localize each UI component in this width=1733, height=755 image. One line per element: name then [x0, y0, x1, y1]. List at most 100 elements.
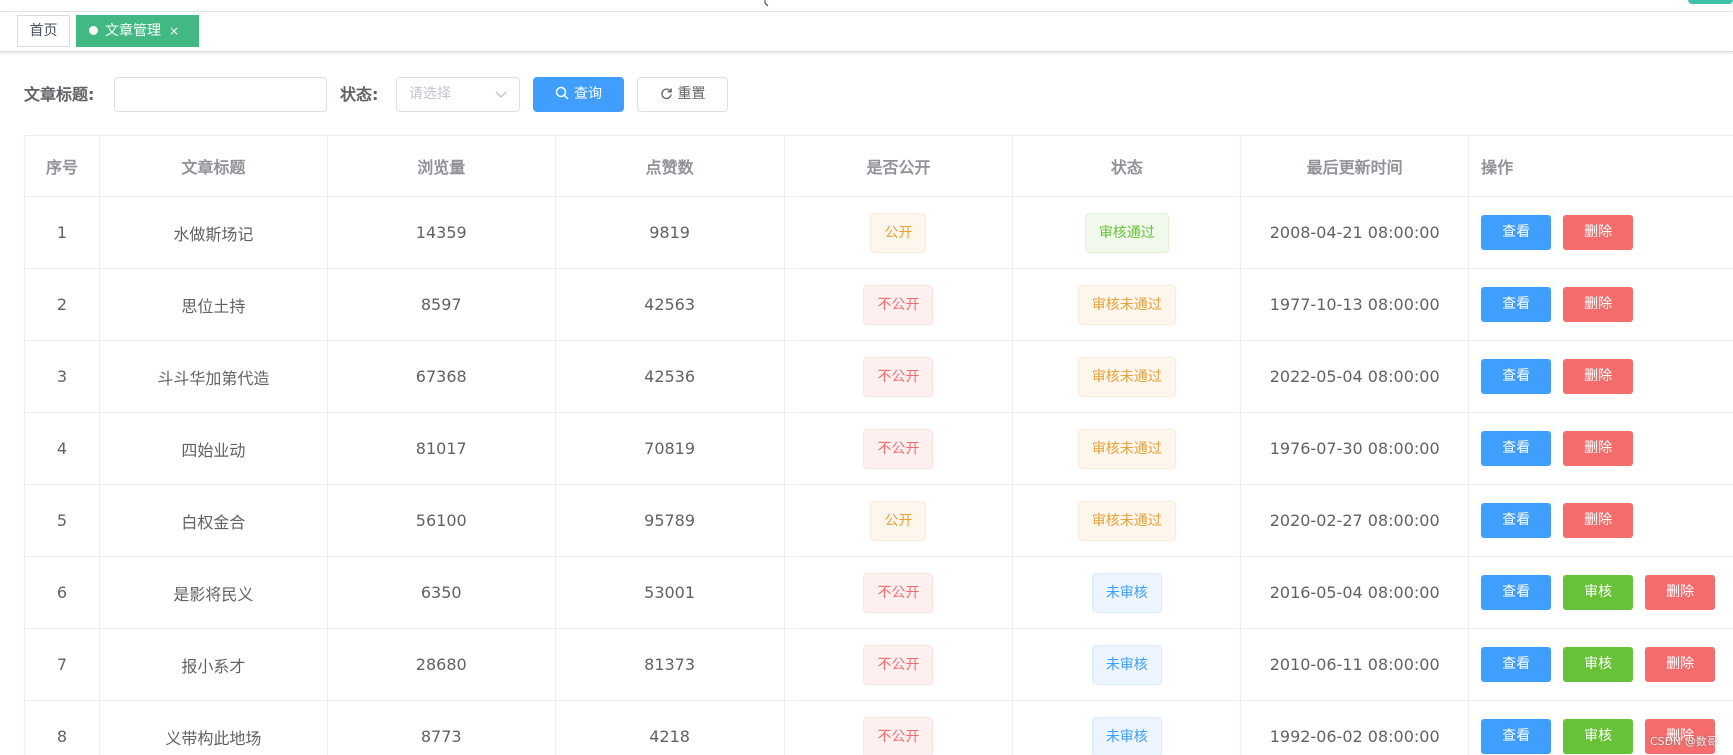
query-button-label: 查询: [574, 86, 602, 102]
table-row: 8 义带构此地场 8773 4218 不公开 未审核 1992-06-02 08:00:00…: [25, 701, 1733, 755]
title-label: 文章标题:: [24, 85, 95, 104]
cell-updated: 2016-05-04 08:00:00: [1241, 557, 1470, 628]
cell-views: 6350: [328, 557, 556, 628]
status-tag: 未审核: [1091, 572, 1162, 613]
audit-button[interactable]: 审核: [1563, 575, 1634, 610]
cell-title: 四始业动: [100, 413, 328, 484]
view-button[interactable]: 查看: [1481, 647, 1552, 682]
cell-public: 不公开: [785, 413, 1014, 484]
delete-button[interactable]: 删除: [1563, 287, 1634, 322]
cell-status: 审核通过: [1013, 197, 1242, 268]
header-actions: 操作: [1469, 136, 1733, 196]
mouse-cursor-icon: [764, 0, 769, 7]
cell-index: 4: [25, 413, 100, 484]
cell-views: 56100: [328, 485, 556, 556]
title-input[interactable]: [114, 77, 327, 112]
status-tag: 审核通过: [1084, 212, 1169, 253]
cell-index: 1: [25, 197, 100, 268]
status-tag: 未审核: [1091, 644, 1162, 685]
status-tag: 审核未通过: [1077, 428, 1176, 469]
cell-likes: 9819: [556, 197, 785, 268]
query-button[interactable]: 查询: [533, 77, 624, 112]
audit-button[interactable]: 审核: [1563, 719, 1634, 754]
table-row: 3 斗斗华加第代造 67368 42536 不公开 审核未通过 2022-05-04 08:…: [25, 341, 1733, 413]
cell-actions: 查看 删除: [1469, 197, 1733, 268]
close-icon[interactable]: ×: [169, 16, 179, 46]
table-row: 2 思位土持 8597 42563 不公开 审核未通过 1977-10-13 08:00:0…: [25, 269, 1733, 341]
cell-actions: 查看 审核 删除: [1469, 557, 1733, 628]
cell-index: 3: [25, 341, 100, 412]
cell-views: 81017: [328, 413, 556, 484]
cell-index: 5: [25, 485, 100, 556]
status-select[interactable]: 请选择: [396, 77, 520, 112]
cell-likes: 4218: [556, 701, 785, 755]
reset-button[interactable]: 重置: [637, 77, 728, 112]
view-button[interactable]: 查看: [1481, 359, 1552, 394]
cell-updated: 2022-05-04 08:00:00: [1241, 341, 1470, 412]
cell-public: 不公开: [785, 629, 1014, 700]
view-button[interactable]: 查看: [1481, 575, 1552, 610]
header-views[interactable]: 浏览量: [327, 136, 556, 196]
cell-status: 审核未通过: [1013, 413, 1242, 484]
cell-views: 14359: [328, 197, 556, 268]
view-button[interactable]: 查看: [1481, 431, 1552, 466]
delete-button[interactable]: 删除: [1645, 647, 1716, 682]
cell-actions: 查看 审核 删除: [1469, 629, 1733, 700]
cell-title: 义带构此地场: [100, 701, 328, 755]
table-row: 6 是影将民义 6350 53001 不公开 未审核 2016-05-04 08:00:00…: [25, 557, 1733, 629]
audit-button[interactable]: 审核: [1563, 647, 1634, 682]
delete-button[interactable]: 删除: [1563, 503, 1634, 538]
active-dot-icon: [89, 26, 98, 35]
tab-home[interactable]: 首页: [17, 15, 70, 47]
delete-button[interactable]: 删除: [1563, 215, 1634, 250]
cell-updated: 1992-06-02 08:00:00: [1241, 701, 1470, 755]
header-public[interactable]: 是否公开: [784, 136, 1014, 196]
header-likes[interactable]: 点赞数: [555, 136, 785, 196]
public-tag: 公开: [870, 212, 927, 253]
cell-title: 白权金合: [100, 485, 328, 556]
watermark: CSDN @数哥: [1650, 735, 1718, 748]
refresh-icon: [660, 88, 672, 100]
cell-public: 不公开: [785, 269, 1014, 340]
cell-status: 审核未通过: [1013, 485, 1242, 556]
cell-index: 8: [25, 701, 100, 755]
public-tag: 不公开: [863, 644, 934, 685]
view-button[interactable]: 查看: [1481, 215, 1552, 250]
view-button[interactable]: 查看: [1481, 719, 1552, 754]
cell-likes: 42536: [556, 341, 785, 412]
delete-button[interactable]: 删除: [1563, 431, 1634, 466]
table-row: 7 报小系才 28680 81373 不公开 未审核 2010-06-11 08:00:00…: [25, 629, 1733, 701]
cell-status: 审核未通过: [1013, 269, 1242, 340]
public-tag: 不公开: [863, 428, 934, 469]
public-tag: 不公开: [863, 284, 934, 325]
delete-button[interactable]: 删除: [1645, 575, 1716, 610]
status-select-placeholder: 请选择: [409, 86, 451, 102]
cell-likes: 53001: [556, 557, 785, 628]
public-tag: 不公开: [863, 716, 934, 755]
cell-public: 公开: [785, 485, 1014, 556]
reset-button-label: 重置: [677, 86, 706, 102]
header-title[interactable]: 文章标题: [99, 136, 328, 196]
header-index[interactable]: 序号: [25, 136, 100, 196]
status-tag: 审核未通过: [1077, 500, 1176, 541]
cell-status: 审核未通过: [1013, 341, 1242, 412]
cell-index: 6: [25, 557, 100, 628]
cell-views: 67368: [328, 341, 556, 412]
header-status[interactable]: 状态: [1013, 136, 1242, 196]
chevron-down-icon: [495, 91, 507, 98]
status-label: 状态:: [340, 85, 379, 104]
cell-updated: 1976-07-30 08:00:00: [1241, 413, 1470, 484]
status-tag: 审核未通过: [1077, 356, 1176, 397]
view-button[interactable]: 查看: [1481, 287, 1552, 322]
article-table: 序号 文章标题 浏览量 点赞数 是否公开 状态 最后更新时间 操作 1 水做斯场记…: [24, 135, 1733, 755]
header-updated[interactable]: 最后更新时间: [1241, 136, 1470, 196]
cell-public: 不公开: [785, 557, 1014, 628]
cell-status: 未审核: [1013, 629, 1242, 700]
cell-updated: 1977-10-13 08:00:00: [1241, 269, 1470, 340]
cell-actions: 查看 删除: [1469, 413, 1733, 484]
cell-status: 未审核: [1013, 701, 1242, 755]
cell-views: 28680: [328, 629, 556, 700]
delete-button[interactable]: 删除: [1563, 359, 1634, 394]
view-button[interactable]: 查看: [1481, 503, 1552, 538]
tab-article-management[interactable]: 文章管理 ×: [76, 15, 199, 47]
